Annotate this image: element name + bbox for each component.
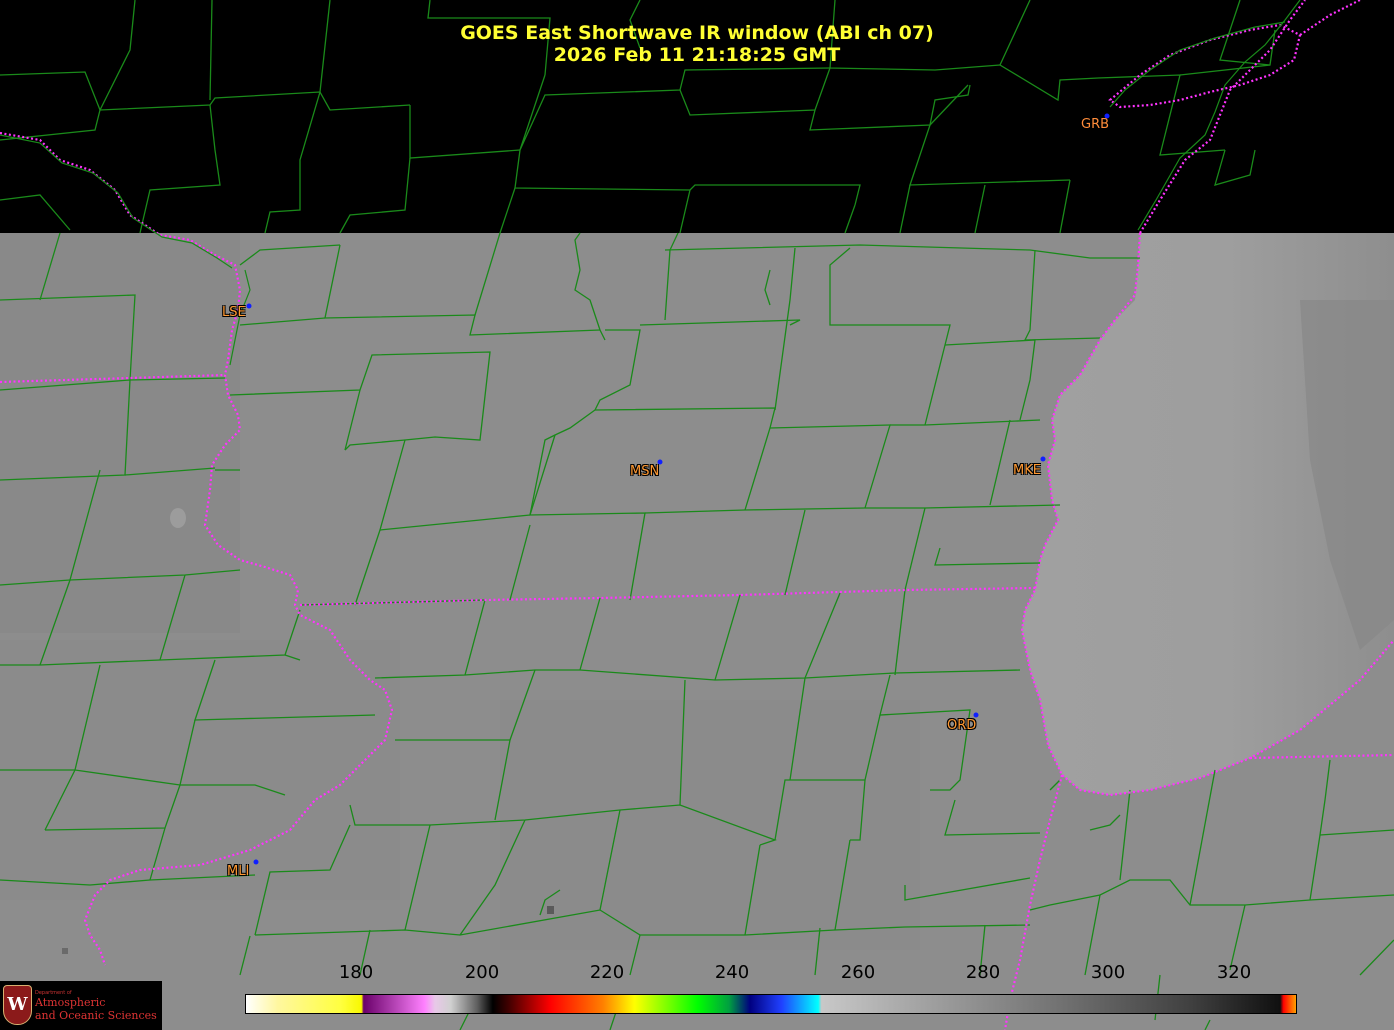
station-dot-ord	[973, 712, 979, 718]
map-title: GOES East Shortwave IR window (ABI ch 07…	[460, 22, 934, 44]
logo-name-line1: Atmospheric	[35, 996, 106, 1009]
colorbar-tick-label: 320	[1216, 962, 1252, 983]
colorbar-tick-label: 220	[589, 962, 625, 983]
satellite-map: GOES East Shortwave IR window (ABI ch 07…	[0, 0, 1394, 1030]
uw-aos-logo: W Department of Atmospheric and Oceanic …	[0, 981, 162, 1030]
colorbar-tick-label: 280	[965, 962, 1001, 983]
station-dot-mli	[253, 859, 259, 865]
station-dot-lse	[246, 303, 252, 309]
station-label-mli: MLI	[227, 864, 250, 879]
logo-name-line2: and Oceanic Sciences	[35, 1009, 157, 1022]
map-timestamp: 2026 Feb 11 21:18:25 GMT	[553, 44, 841, 66]
uw-seal-icon: W	[3, 985, 32, 1025]
colorbar-tick-label: 240	[714, 962, 750, 983]
station-dot-mke	[1040, 456, 1046, 462]
colorbar	[245, 994, 1297, 1014]
station-label-mke: MKE	[1013, 463, 1041, 478]
colorbar-tick-label: 260	[840, 962, 876, 983]
station-label-ord: ORD	[947, 718, 977, 733]
station-label-lse: LSE	[222, 305, 246, 320]
colorbar-tick-label: 180	[338, 962, 374, 983]
map-graphics	[0, 0, 1394, 1030]
station-label-grb: GRB	[1081, 117, 1110, 132]
colorbar-tick-label: 300	[1090, 962, 1126, 983]
colorbar-tick-label: 200	[464, 962, 500, 983]
station-label-msn: MSN	[630, 464, 660, 479]
